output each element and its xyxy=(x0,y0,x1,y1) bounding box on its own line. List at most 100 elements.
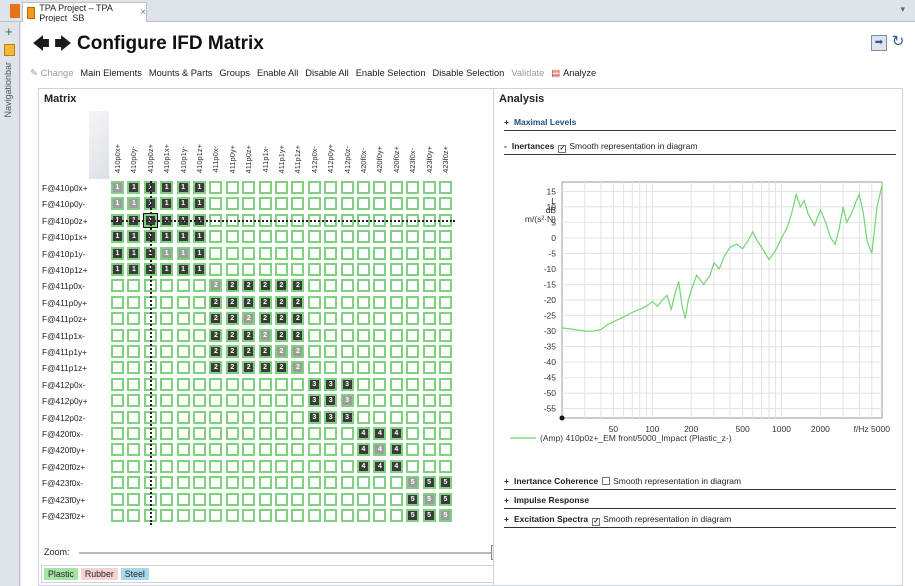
matrix-cell[interactable]: 1 xyxy=(193,197,206,211)
smooth-checkbox[interactable]: ✓ xyxy=(592,518,601,526)
matrix-cell[interactable] xyxy=(160,476,174,490)
column-header[interactable]: 411p1z+ xyxy=(291,115,304,173)
matrix-cell[interactable] xyxy=(275,246,288,260)
matrix-cell[interactable] xyxy=(340,492,354,506)
matrix-cell[interactable] xyxy=(127,328,141,342)
matrix-cell[interactable] xyxy=(373,295,387,309)
matrix-cell[interactable] xyxy=(373,476,387,490)
matrix-cell[interactable] xyxy=(111,361,124,375)
matrix-cell[interactable] xyxy=(275,181,288,194)
row-header[interactable]: F@420f0x- xyxy=(42,426,106,442)
matrix-cell[interactable] xyxy=(422,295,436,309)
matrix-cell[interactable] xyxy=(127,509,141,522)
matrix-cell[interactable] xyxy=(340,443,354,457)
matrix-cell[interactable]: 3 xyxy=(324,394,338,408)
matrix-cell[interactable] xyxy=(422,459,436,473)
matrix-cell[interactable] xyxy=(225,230,239,244)
matrix-cell[interactable] xyxy=(258,263,272,276)
matrix-cell[interactable]: 1 xyxy=(176,197,190,211)
column-header[interactable]: 410p0z+ xyxy=(144,115,157,173)
matrix-cell[interactable] xyxy=(225,394,239,408)
matrix-cell[interactable] xyxy=(127,312,141,326)
matrix-cell[interactable] xyxy=(258,394,272,408)
navigation-bar-label[interactable]: Navigationbar xyxy=(3,62,13,118)
matrix-cell[interactable]: 1 xyxy=(176,181,190,194)
matrix-cell[interactable] xyxy=(209,492,223,506)
matrix-cell[interactable]: 1 xyxy=(160,197,174,211)
matrix-cell[interactable]: 1 xyxy=(193,263,206,276)
matrix-cell[interactable] xyxy=(111,295,124,309)
matrix-cell[interactable]: 2 xyxy=(258,312,272,326)
matrix-cell[interactable] xyxy=(258,509,272,522)
forward-icon[interactable]: 🡆 xyxy=(53,35,73,55)
matrix-cell[interactable] xyxy=(422,361,436,375)
matrix-cell[interactable]: 2 xyxy=(291,279,305,293)
matrix-cell[interactable] xyxy=(406,427,420,440)
matrix-cell[interactable] xyxy=(357,394,370,408)
matrix-cell[interactable] xyxy=(176,377,190,391)
matrix-cell[interactable] xyxy=(160,509,174,522)
matrix-cell[interactable] xyxy=(406,459,420,473)
matrix-cell[interactable]: 1 xyxy=(111,230,124,244)
matrix-cell[interactable]: 2 xyxy=(242,328,256,342)
matrix-cell[interactable] xyxy=(160,459,174,473)
matrix-cell[interactable] xyxy=(324,246,338,260)
matrix-cell[interactable] xyxy=(324,427,338,440)
matrix-cell[interactable] xyxy=(340,230,354,244)
column-header[interactable]: 410p0y- xyxy=(127,115,140,173)
matrix-cell[interactable] xyxy=(176,312,190,326)
matrix-cell[interactable] xyxy=(160,443,174,457)
matrix-cell[interactable] xyxy=(209,394,223,408)
matrix-cell[interactable] xyxy=(291,230,305,244)
matrix-cell[interactable] xyxy=(324,295,338,309)
column-header[interactable]: 410p1x+ xyxy=(160,115,173,173)
matrix-cell[interactable] xyxy=(357,295,370,309)
matrix-cell[interactable]: 2 xyxy=(275,312,288,326)
matrix-cell[interactable] xyxy=(176,492,190,506)
matrix-cell[interactable] xyxy=(439,295,452,309)
matrix-cell[interactable]: 3 xyxy=(307,394,321,408)
matrix-cell[interactable] xyxy=(406,443,420,457)
matrix-cell[interactable]: 5 xyxy=(422,509,436,522)
matrix-cell[interactable] xyxy=(111,345,124,358)
matrix-cell[interactable]: 1 xyxy=(111,246,124,260)
matrix-cell[interactable]: 2 xyxy=(258,345,272,358)
matrix-cell[interactable] xyxy=(242,263,256,276)
matrix-cell[interactable] xyxy=(307,361,321,375)
matrix-cell[interactable] xyxy=(291,476,305,490)
matrix-cell[interactable]: 1 xyxy=(160,263,174,276)
matrix-cell[interactable] xyxy=(406,181,420,194)
document-tab[interactable]: TPA Project – TPA Project_SB × xyxy=(22,2,147,23)
matrix-cell[interactable] xyxy=(242,459,256,473)
matrix-cell[interactable]: 2 xyxy=(291,328,305,342)
matrix-cell[interactable] xyxy=(357,328,370,342)
matrix-cell[interactable]: 4 xyxy=(373,443,387,457)
matrix-cell[interactable]: 2 xyxy=(225,345,239,358)
matrix-cell[interactable] xyxy=(258,459,272,473)
matrix-cell[interactable] xyxy=(242,509,256,522)
matrix-cell[interactable] xyxy=(127,410,141,424)
matrix-cell[interactable]: 2 xyxy=(209,279,223,293)
matrix-cell[interactable]: 4 xyxy=(373,427,387,440)
matrix-cell[interactable] xyxy=(406,230,420,244)
matrix-cell[interactable] xyxy=(291,427,305,440)
matrix-cell[interactable] xyxy=(422,230,436,244)
matrix-cell[interactable] xyxy=(176,345,190,358)
matrix-cell[interactable] xyxy=(357,263,370,276)
matrix-cell[interactable] xyxy=(406,197,420,211)
matrix-cell[interactable] xyxy=(193,459,206,473)
matrix-cell[interactable] xyxy=(193,394,206,408)
matrix-cell[interactable] xyxy=(209,410,223,424)
matrix-cell[interactable] xyxy=(127,345,141,358)
matrix-cell[interactable]: 1 xyxy=(176,230,190,244)
matrix-cell[interactable] xyxy=(209,230,223,244)
matrix-cell[interactable] xyxy=(176,410,190,424)
matrix-cell[interactable] xyxy=(193,427,206,440)
matrix-cell[interactable] xyxy=(340,246,354,260)
matrix-cell[interactable]: 5 xyxy=(406,476,420,490)
row-header[interactable]: F@411p1x- xyxy=(42,328,106,344)
matrix-cell[interactable] xyxy=(357,246,370,260)
matrix-cell[interactable]: 4 xyxy=(357,427,370,440)
matrix-cell[interactable] xyxy=(111,509,124,522)
matrix-cell[interactable] xyxy=(357,181,370,194)
